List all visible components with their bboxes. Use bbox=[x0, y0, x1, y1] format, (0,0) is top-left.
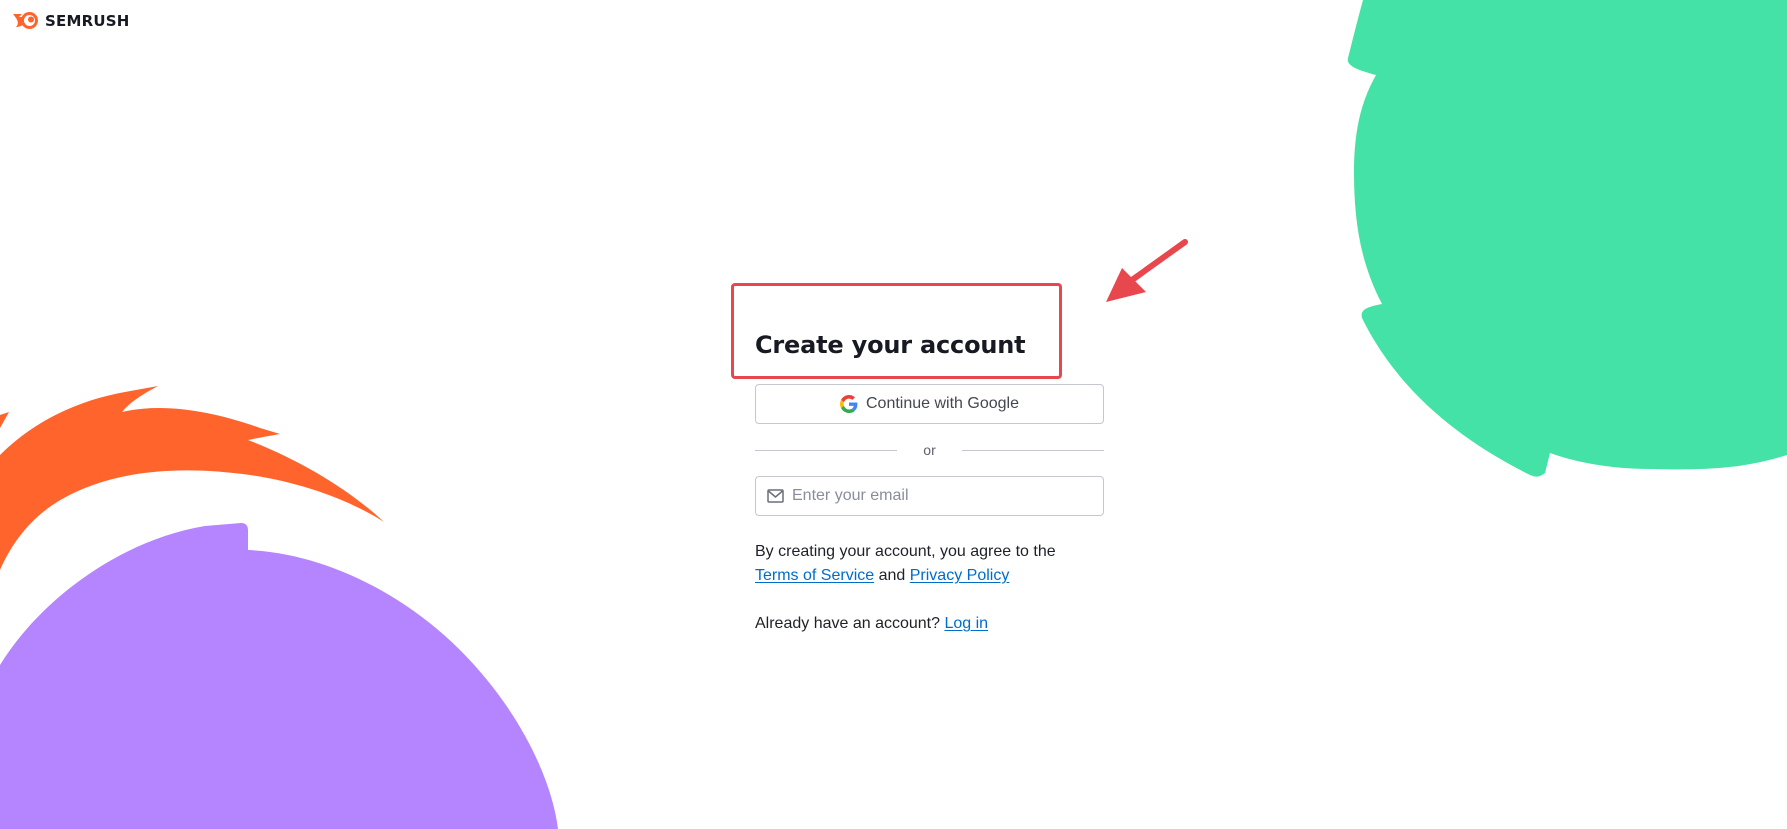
semrush-logo[interactable]: SEMRUSH bbox=[11, 10, 129, 32]
continue-with-google-button[interactable]: Continue with Google bbox=[755, 384, 1104, 424]
or-divider: or bbox=[755, 440, 1105, 460]
login-prompt: Already have an account? bbox=[755, 615, 941, 632]
green-shape bbox=[1347, 0, 1787, 477]
email-input[interactable] bbox=[792, 487, 1082, 505]
google-g-icon bbox=[840, 395, 858, 413]
legal-prefix: By creating your account, you agree to t… bbox=[755, 543, 1056, 560]
divider-line-right bbox=[961, 449, 1105, 451]
annotation-arrow-icon bbox=[1106, 239, 1188, 302]
email-field[interactable] bbox=[755, 476, 1104, 516]
privacy-policy-link[interactable]: Privacy Policy bbox=[910, 567, 1010, 584]
google-button-label: Continue with Google bbox=[866, 395, 1019, 412]
legal-and: and bbox=[878, 567, 906, 584]
legal-text: By creating your account, you agree to t… bbox=[755, 540, 1104, 588]
divider-text: or bbox=[923, 442, 936, 458]
terms-of-service-link[interactable]: Terms of Service bbox=[755, 567, 874, 584]
semrush-flame-icon bbox=[13, 12, 38, 29]
orange-flame-tip bbox=[0, 412, 9, 428]
log-in-link[interactable]: Log in bbox=[944, 615, 988, 632]
purple-shape bbox=[0, 523, 558, 829]
mail-icon bbox=[767, 489, 784, 503]
divider-line-left bbox=[755, 449, 898, 451]
login-prompt-row: Already have an account? Log in bbox=[755, 612, 988, 636]
annotation-highlight-box bbox=[731, 283, 1062, 379]
brand-name: SEMRUSH bbox=[45, 12, 130, 30]
